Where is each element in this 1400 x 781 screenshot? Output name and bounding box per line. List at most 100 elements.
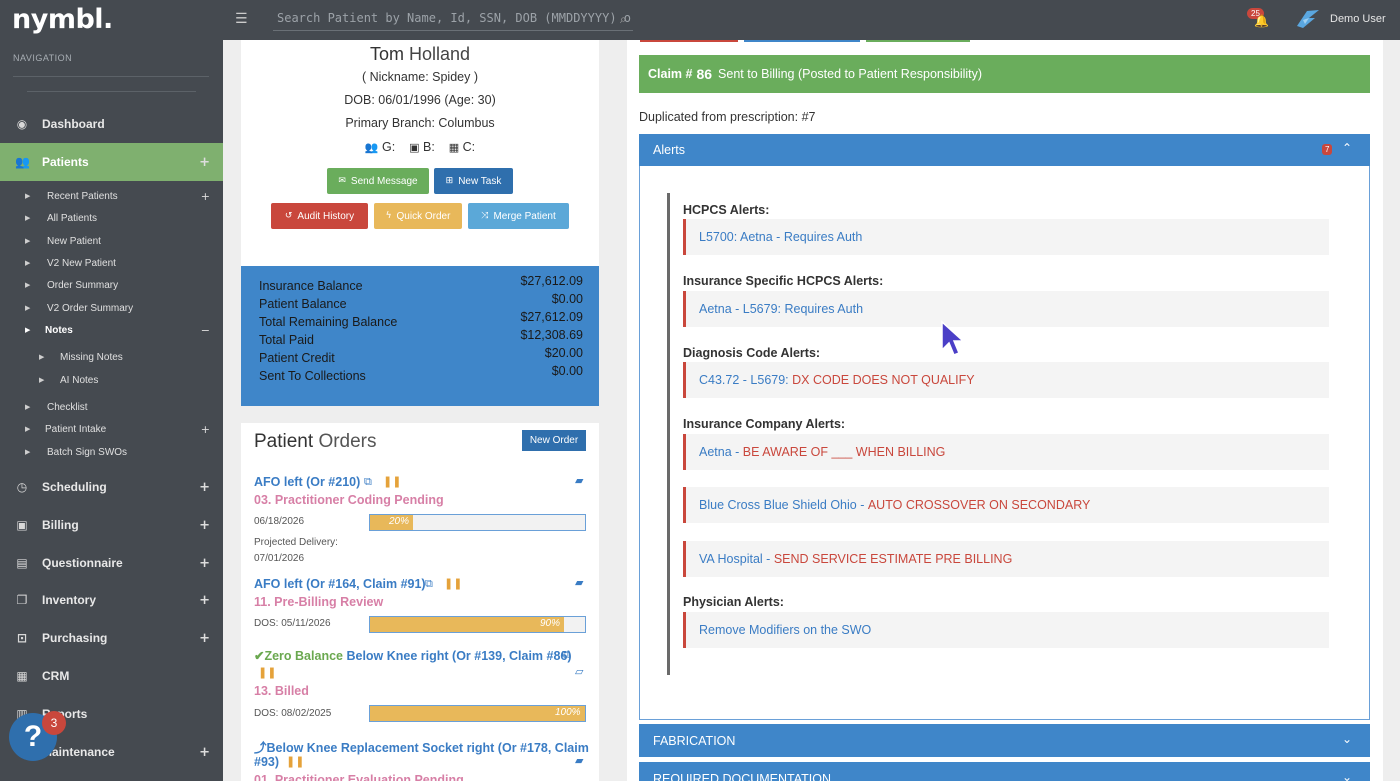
audit-history-button[interactable]: ↺ Audit History xyxy=(271,203,368,229)
balance-value: $12,308.69 xyxy=(520,328,583,342)
progress-text: 90% xyxy=(540,618,561,629)
required-documentation-section-header[interactable]: REQUIRED DOCUMENTATION ⌄ xyxy=(639,762,1370,781)
sidebar-sub-label: V2 New Patient xyxy=(47,257,116,269)
sidebar-sub-batch-sign-swos[interactable]: ▶ Batch Sign SWOs xyxy=(0,441,223,463)
sidebar-item-questionnaire[interactable]: ▤ Questionnaire + xyxy=(0,544,223,582)
sidebar-item-crm[interactable]: ▦ CRM xyxy=(0,657,223,695)
patient-name: Tom Holland xyxy=(241,44,599,65)
tab-edge[interactable] xyxy=(866,40,970,42)
users-icon: 👥 xyxy=(15,155,30,169)
tab-edge[interactable] xyxy=(744,40,860,42)
order-date: DOS: 08/02/2025 xyxy=(254,708,332,719)
expand-icon[interactable]: + xyxy=(199,631,210,646)
nymbl-logo[interactable]: nymbl. xyxy=(12,4,113,35)
pause-icon[interactable]: ❚❚ xyxy=(258,666,276,679)
folder-open-icon[interactable]: ▱ xyxy=(575,665,583,678)
order-title-link-line2[interactable]: #93) xyxy=(254,755,279,769)
collapse-icon[interactable]: − xyxy=(201,324,210,337)
copy-icon[interactable]: ⧉ xyxy=(425,577,433,591)
folder-icon[interactable]: ▰ xyxy=(575,754,583,767)
sidebar-sub-v2-order-summary[interactable]: ▶ V2 Order Summary xyxy=(0,297,223,319)
merge-patient-button[interactable]: ⤨ Merge Patient xyxy=(468,203,569,229)
chevron-down-icon[interactable]: ⌄ xyxy=(1342,732,1352,746)
expand-icon[interactable]: + xyxy=(199,593,210,608)
expand-icon[interactable]: + xyxy=(199,745,210,760)
order-title-link[interactable]: AFO left (Or #164, Claim #91) xyxy=(254,577,426,591)
sidebar-item-inventory[interactable]: ❐ Inventory + xyxy=(0,581,223,619)
order-title-link[interactable]: Below Knee right (Or #139, Claim #86) xyxy=(346,649,571,663)
sidebar-sub-ai-notes[interactable]: ▶ AI Notes xyxy=(0,369,223,391)
sidebar-sub-label: Order Summary xyxy=(47,279,119,291)
balance-label: Patient Balance xyxy=(259,297,347,311)
expand-icon[interactable]: + xyxy=(199,480,210,495)
chevron-down-icon[interactable]: ⌄ xyxy=(1342,770,1352,781)
expand-icon[interactable]: + xyxy=(201,190,210,203)
sidebar-sub-notes[interactable]: ▶ Notes − xyxy=(0,319,223,341)
sidebar-item-purchasing[interactable]: ⊡ Purchasing + xyxy=(0,619,223,657)
copy-icon[interactable]: ⧉ xyxy=(364,475,372,489)
notifications[interactable]: 25 🔔 xyxy=(1247,8,1269,28)
search-icon[interactable]: ⌕ xyxy=(620,12,627,27)
order-progress-bar: 100% xyxy=(369,705,586,722)
menu-toggle-icon[interactable]: ☰ xyxy=(235,12,251,26)
sidebar-sub-missing-notes[interactable]: ▶ Missing Notes xyxy=(0,346,223,368)
balance-value: $27,612.09 xyxy=(520,310,583,324)
sidebar-sub-label: Recent Patients xyxy=(47,190,118,202)
patient-search-input[interactable] xyxy=(273,5,633,31)
patient-dob: DOB: 06/01/1996 (Age: 30) xyxy=(344,93,496,107)
sidebar-item-scheduling[interactable]: ◷ Scheduling + xyxy=(0,468,223,506)
sidebar-sub-checklist[interactable]: ▶ Checklist xyxy=(0,396,223,418)
sidebar-sub-recent-patients[interactable]: ▶ Recent Patients + xyxy=(0,185,223,207)
sidebar-item-dashboard[interactable]: ◉ Dashboard xyxy=(0,105,223,143)
pause-icon[interactable]: ❚❚ xyxy=(444,577,462,590)
quick-order-button[interactable]: ϟ Quick Order xyxy=(374,203,462,229)
new-task-button[interactable]: ⊞ New Task xyxy=(434,168,513,194)
alerts-panel-header[interactable]: Alerts 7 ⌃ xyxy=(639,134,1370,166)
patient-branch: Primary Branch: Columbus xyxy=(345,116,495,130)
button-label: Quick Order xyxy=(396,210,451,222)
sidebar-sub-order-summary[interactable]: ▶ Order Summary xyxy=(0,274,223,296)
sidebar-item-billing[interactable]: ▣ Billing + xyxy=(0,506,223,544)
balance-label: Sent To Collections xyxy=(259,369,366,383)
alert-text: AUTO CROSSOVER ON SECONDARY xyxy=(867,498,1091,512)
folder-icon[interactable]: ▰ xyxy=(575,474,583,487)
expand-icon[interactable]: + xyxy=(199,518,210,533)
expand-icon[interactable]: + xyxy=(199,556,210,571)
pause-icon[interactable]: ❚❚ xyxy=(383,475,401,488)
sidebar-sub-patient-intake[interactable]: ▶ Patient Intake + xyxy=(0,418,223,440)
folder-icon[interactable]: ▰ xyxy=(575,576,583,589)
bolt-icon: ϟ xyxy=(385,211,392,221)
alerts-title: Alerts xyxy=(653,143,685,157)
expand-icon[interactable]: + xyxy=(199,155,210,170)
sidebar-sub-label: Missing Notes xyxy=(60,351,123,363)
navigation-caption: NAVIGATION xyxy=(13,53,73,63)
sidebar-sub-v2-new-patient[interactable]: ▶ V2 New Patient xyxy=(0,252,223,274)
send-message-button[interactable]: ✉ Send Message xyxy=(327,168,429,194)
bell-icon[interactable]: 🔔 xyxy=(1254,14,1269,28)
history-icon: ↺ xyxy=(284,211,293,221)
order-title-link[interactable]: ⤴Below Knee Replacement Socket right (Or… xyxy=(254,737,589,756)
expand-icon[interactable]: + xyxy=(201,423,210,436)
order-title-link[interactable]: AFO left (Or #210) xyxy=(254,475,360,489)
copy-icon[interactable]: ⧉ xyxy=(562,648,570,662)
user-name[interactable]: Demo User xyxy=(1330,13,1386,25)
user-avatar-icon[interactable] xyxy=(1295,8,1321,30)
sidebar-sub-new-patient[interactable]: ▶ New Patient xyxy=(0,230,223,252)
tab-edge[interactable] xyxy=(640,40,738,42)
patient-orders-card: Patient Orders New Order AFO left (Or #2… xyxy=(241,423,599,781)
sidebar-item-patients[interactable]: 👥 Patients + xyxy=(0,143,223,181)
order-title-row[interactable]: ✔Zero Balance Below Knee right (Or #139,… xyxy=(254,648,572,663)
sidebar-sub-all-patients[interactable]: ▶ All Patients xyxy=(0,207,223,229)
button-label: Merge Patient xyxy=(493,210,556,222)
fabrication-section-header[interactable]: FABRICATION ⌄ xyxy=(639,724,1370,757)
new-order-button[interactable]: New Order xyxy=(522,430,586,451)
chevron-up-icon[interactable]: ⌃ xyxy=(1342,141,1352,155)
sidebar-sub-label: Batch Sign SWOs xyxy=(47,446,128,458)
alert-text: BE AWARE OF ___ WHEN BILLING xyxy=(742,445,946,459)
pause-icon[interactable]: ❚❚ xyxy=(286,755,304,768)
document-icon: ▤ xyxy=(16,556,28,570)
patient-contacts-row: 👥 G: ▣ B: ▦ C: xyxy=(241,140,599,154)
order-date: DOS: 05/11/2026 xyxy=(254,618,331,629)
insurance-hcpcs-alerts-heading: Insurance Specific HCPCS Alerts: xyxy=(683,274,884,288)
briefcase-icon: ▦ xyxy=(448,141,460,154)
